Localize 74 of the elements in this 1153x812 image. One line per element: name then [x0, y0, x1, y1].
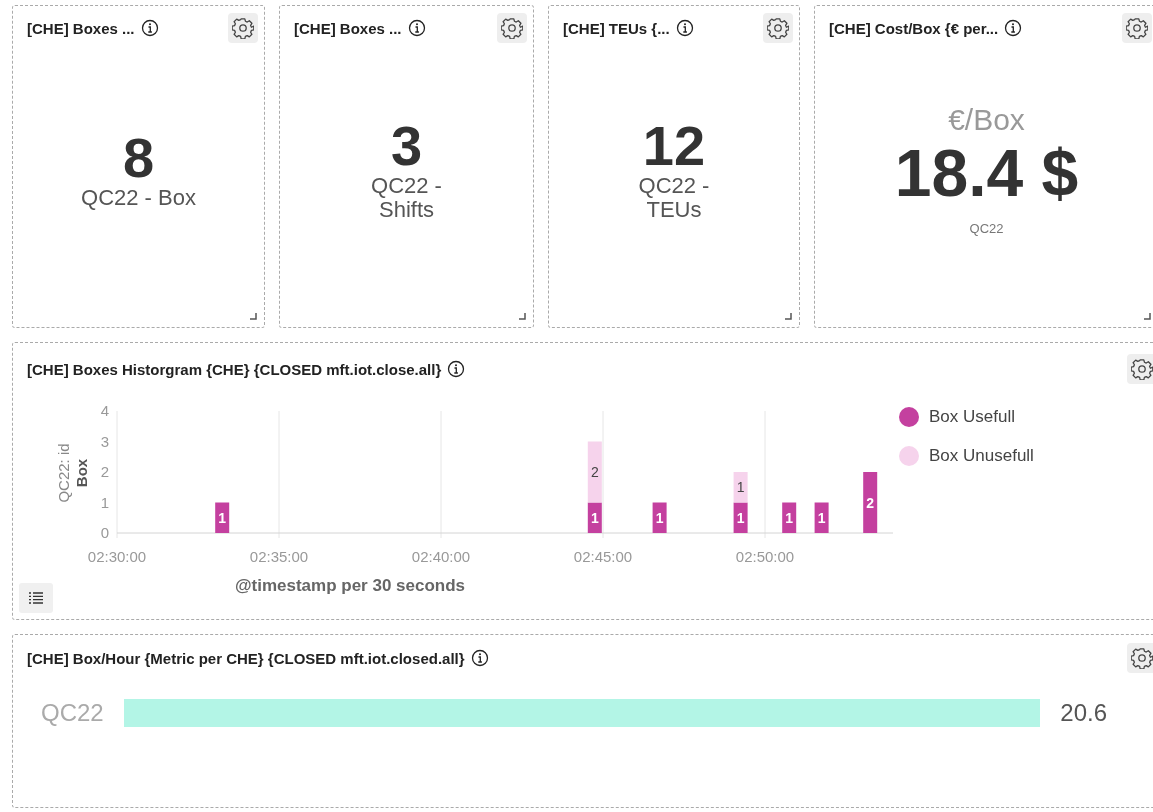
- panel-title: [CHE] Boxes Historgram {CHE} {CLOSED mft.iot.close.all}: [27, 360, 442, 378]
- bar[interactable]: [215, 502, 230, 533]
- resize-handle-icon[interactable]: [1142, 311, 1152, 321]
- legend-toggle-button[interactable]: [19, 583, 53, 613]
- bar[interactable]: [733, 502, 748, 533]
- metric-value: 8: [122, 129, 155, 186]
- y-axis-label: QC22: id: [55, 443, 72, 503]
- y-tick-label: 0: [100, 524, 109, 541]
- bar-value-label: 1: [817, 509, 826, 526]
- bar-value-label: 1: [218, 509, 227, 526]
- settings-icon: [1126, 17, 1148, 39]
- bar[interactable]: [587, 441, 602, 503]
- resize-handle-icon[interactable]: [783, 311, 793, 321]
- y-tick-label: 1: [100, 493, 109, 511]
- info-icon[interactable]: [470, 649, 489, 667]
- info-icon[interactable]: [675, 19, 694, 37]
- settings-button[interactable]: [1127, 643, 1153, 673]
- settings-button[interactable]: [1122, 13, 1152, 43]
- resize-handle-icon[interactable]: [517, 311, 527, 321]
- legend-item[interactable]: Box Unusefull: [899, 446, 1034, 466]
- bar[interactable]: [587, 502, 602, 533]
- bar-label: QC22: [41, 699, 104, 727]
- info-icon[interactable]: [407, 19, 426, 37]
- x-tick-label: 02:40:00: [411, 548, 471, 565]
- y-tick-label: 3: [100, 432, 109, 450]
- resize-handle-icon[interactable]: [248, 311, 258, 321]
- bar[interactable]: [733, 472, 748, 503]
- bar-value-label: 2: [590, 464, 599, 480]
- settings-icon: [232, 17, 254, 39]
- metric-value: 12: [642, 118, 706, 175]
- bar-value-label: 1: [736, 509, 745, 526]
- y-tick-label: 4: [100, 402, 109, 419]
- list-icon: [28, 591, 44, 605]
- x-tick-label: 02:50:00: [735, 548, 795, 565]
- metric-value: 18.4 $: [894, 139, 1079, 209]
- panel-title: [CHE] Cost/Box {€ per...: [829, 19, 999, 37]
- metric-label: QC22 - Box: [81, 185, 196, 210]
- settings-button[interactable]: [1127, 354, 1153, 384]
- bar-value-label: 2: [866, 494, 875, 511]
- settings-button[interactable]: [497, 13, 527, 43]
- bar[interactable]: [652, 502, 667, 533]
- settings-icon: [767, 17, 789, 39]
- panel-title: [CHE] TEUs {...: [563, 19, 670, 37]
- settings-icon: [1131, 647, 1153, 669]
- settings-icon: [501, 17, 523, 39]
- legend-item[interactable]: Box Usefull: [899, 407, 1034, 427]
- bar[interactable]: [782, 502, 797, 533]
- x-axis-label: @timestamp per 30 seconds: [234, 576, 466, 595]
- info-icon[interactable]: [1004, 19, 1023, 37]
- metric-label: QC22 - Shifts: [371, 174, 442, 221]
- metric-value: 3: [390, 118, 423, 175]
- x-tick-label: 02:45:00: [573, 548, 633, 565]
- metric-caption: €/Box: [948, 103, 1025, 138]
- panel-title: [CHE] Boxes ...: [27, 19, 135, 37]
- info-icon[interactable]: [447, 360, 466, 378]
- info-icon[interactable]: [140, 19, 159, 37]
- metric-label: QC22 - TEUs: [638, 174, 710, 221]
- x-tick-label: 02:35:00: [249, 548, 309, 565]
- panel-title: [CHE] Boxes ...: [294, 19, 402, 37]
- bar[interactable]: [814, 502, 829, 533]
- y-tick-label: 2: [100, 463, 109, 480]
- bar-value-label: 1: [590, 509, 599, 526]
- panel-title: [CHE] Box/Hour {Metric per CHE} {CLOSED mft.iot.closed.all}: [27, 649, 465, 667]
- y-axis-group-label: Box: [73, 458, 90, 488]
- bar[interactable]: [863, 472, 878, 533]
- settings-button[interactable]: [763, 13, 793, 43]
- x-tick-label: 02:30:00: [87, 548, 147, 565]
- metric-label: QC22: [969, 220, 1004, 236]
- bar-value-label: 1: [655, 509, 664, 526]
- bar-value: 20.6: [1060, 699, 1107, 727]
- bar-value-label: 1: [736, 479, 745, 496]
- settings-icon: [1131, 358, 1153, 380]
- bar-value-label: 1: [785, 509, 794, 526]
- settings-button[interactable]: [228, 13, 258, 43]
